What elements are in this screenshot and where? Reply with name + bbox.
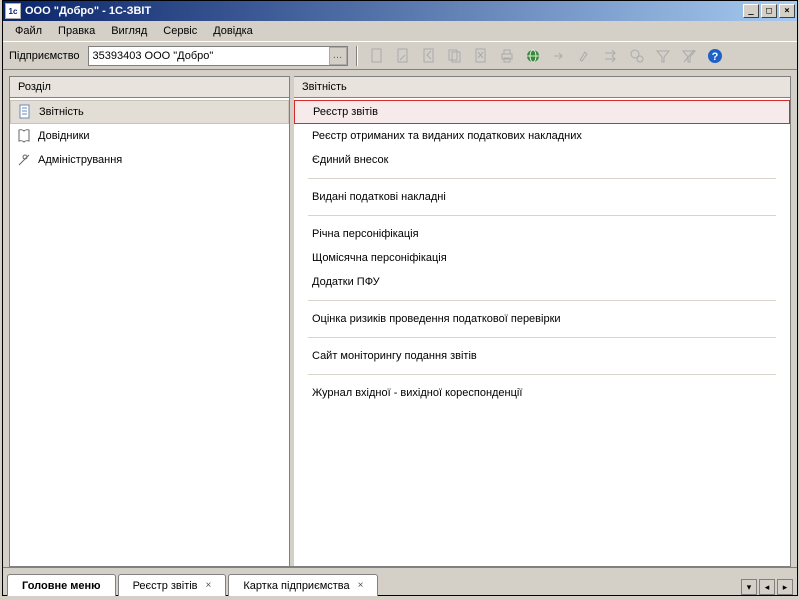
help-icon[interactable]: ? xyxy=(704,45,726,67)
section-item-catalogs[interactable]: Довідники xyxy=(10,124,289,148)
menu-help[interactable]: Довідка xyxy=(205,23,261,39)
enterprise-combo[interactable]: … xyxy=(88,46,348,66)
reports-item[interactable]: Журнал вхідної - вихідної кореспонденції xyxy=(294,381,790,405)
panels: Розділ Звітність Довідники Адмініструван… xyxy=(9,76,791,567)
tab-label: Головне меню xyxy=(22,580,101,592)
tools-icon xyxy=(16,152,32,168)
reports-item[interactable]: Реєстр отриманих та виданих податкових н… xyxy=(294,124,790,148)
group-separator xyxy=(308,337,776,338)
titlebar: 1c ООО "Добро" - 1С-ЗВІТ _ □ × xyxy=(3,1,797,21)
sign-icon[interactable] xyxy=(574,45,596,67)
print-icon[interactable] xyxy=(496,45,518,67)
group-separator xyxy=(308,178,776,179)
section-item-reports[interactable]: Звітність xyxy=(10,100,289,124)
menu-view[interactable]: Вигляд xyxy=(103,23,155,39)
menu-service[interactable]: Сервіс xyxy=(155,23,205,39)
reports-item[interactable]: Видані податкові накладні xyxy=(294,185,790,209)
enterprise-input[interactable] xyxy=(89,47,329,65)
tab[interactable]: Картка підприємства × xyxy=(228,574,378,596)
group-separator xyxy=(308,215,776,216)
book-icon xyxy=(16,128,32,144)
export-icon[interactable] xyxy=(548,45,570,67)
close-button[interactable]: × xyxy=(779,4,795,18)
tab-scroll-left[interactable]: ◂ xyxy=(759,579,775,595)
reports-item[interactable]: Щомісячна персоніфікація xyxy=(294,246,790,270)
section-item-label: Звітність xyxy=(39,106,84,118)
section-panel: Розділ Звітність Довідники Адмініструван… xyxy=(10,76,290,566)
section-list: Звітність Довідники Адміністрування xyxy=(10,98,289,566)
content-area: Розділ Звітність Довідники Адмініструван… xyxy=(3,69,797,567)
tab-close-icon[interactable]: × xyxy=(206,580,212,591)
menubar: Файл Правка Вигляд Сервіс Довідка xyxy=(3,21,797,41)
menu-edit[interactable]: Правка xyxy=(50,23,103,39)
toolbar-separator xyxy=(356,46,358,66)
window-controls: _ □ × xyxy=(743,4,795,18)
menu-file[interactable]: Файл xyxy=(7,23,50,39)
app-window: 1c ООО "Добро" - 1С-ЗВІТ _ □ × Файл Прав… xyxy=(2,0,798,596)
reports-item[interactable]: Оцінка ризиків проведення податкової пер… xyxy=(294,307,790,331)
tab-close-icon[interactable]: × xyxy=(358,580,364,591)
new-doc-icon[interactable] xyxy=(366,45,388,67)
open-doc-icon[interactable] xyxy=(418,45,440,67)
reports-item[interactable]: Єдиний внесок xyxy=(294,148,790,172)
globe-icon[interactable] xyxy=(522,45,544,67)
send-icon[interactable] xyxy=(600,45,622,67)
reports-list: Реєстр звітівРеєстр отриманих та виданих… xyxy=(294,98,790,566)
tab-scroll-right[interactable]: ▸ xyxy=(777,579,793,595)
delete-doc-icon[interactable] xyxy=(470,45,492,67)
reports-panel: Звітність Реєстр звітівРеєстр отриманих … xyxy=(294,76,790,566)
minimize-button[interactable]: _ xyxy=(743,4,759,18)
reports-item[interactable]: Реєстр звітів xyxy=(294,100,790,124)
tab[interactable]: Реєстр звітів × xyxy=(118,574,227,596)
reports-item[interactable]: Додатки ПФУ xyxy=(294,270,790,294)
group-separator xyxy=(308,374,776,375)
app-icon: 1c xyxy=(5,3,21,19)
search-icon[interactable] xyxy=(626,45,648,67)
enterprise-picker-button[interactable]: … xyxy=(329,47,347,65)
section-panel-header: Розділ xyxy=(10,76,289,98)
tab-label: Картка підприємства xyxy=(243,580,349,592)
tabbar: Головне менюРеєстр звітів×Картка підприє… xyxy=(3,567,797,595)
section-item-label: Довідники xyxy=(38,130,90,142)
toolbar: Підприємство … ? xyxy=(3,41,797,69)
copy-doc-icon[interactable] xyxy=(444,45,466,67)
svg-text:?: ? xyxy=(711,51,718,63)
reports-panel-header: Звітність xyxy=(294,76,790,98)
tab-menu-button[interactable]: ▾ xyxy=(741,579,757,595)
window-title: ООО "Добро" - 1С-ЗВІТ xyxy=(25,5,743,17)
reports-item[interactable]: Річна персоніфікація xyxy=(294,222,790,246)
tab[interactable]: Головне меню xyxy=(7,574,116,596)
doc-icon xyxy=(17,104,33,120)
group-separator xyxy=(308,300,776,301)
section-item-label: Адміністрування xyxy=(38,154,122,166)
tab-label: Реєстр звітів xyxy=(133,580,198,592)
filter-icon[interactable] xyxy=(652,45,674,67)
tabbar-controls: ▾ ◂ ▸ xyxy=(741,579,793,595)
enterprise-label: Підприємство xyxy=(9,50,80,62)
section-item-admin[interactable]: Адміністрування xyxy=(10,148,289,172)
filter-off-icon[interactable] xyxy=(678,45,700,67)
edit-doc-icon[interactable] xyxy=(392,45,414,67)
reports-item[interactable]: Сайт моніторингу подання звітів xyxy=(294,344,790,368)
maximize-button[interactable]: □ xyxy=(761,4,777,18)
